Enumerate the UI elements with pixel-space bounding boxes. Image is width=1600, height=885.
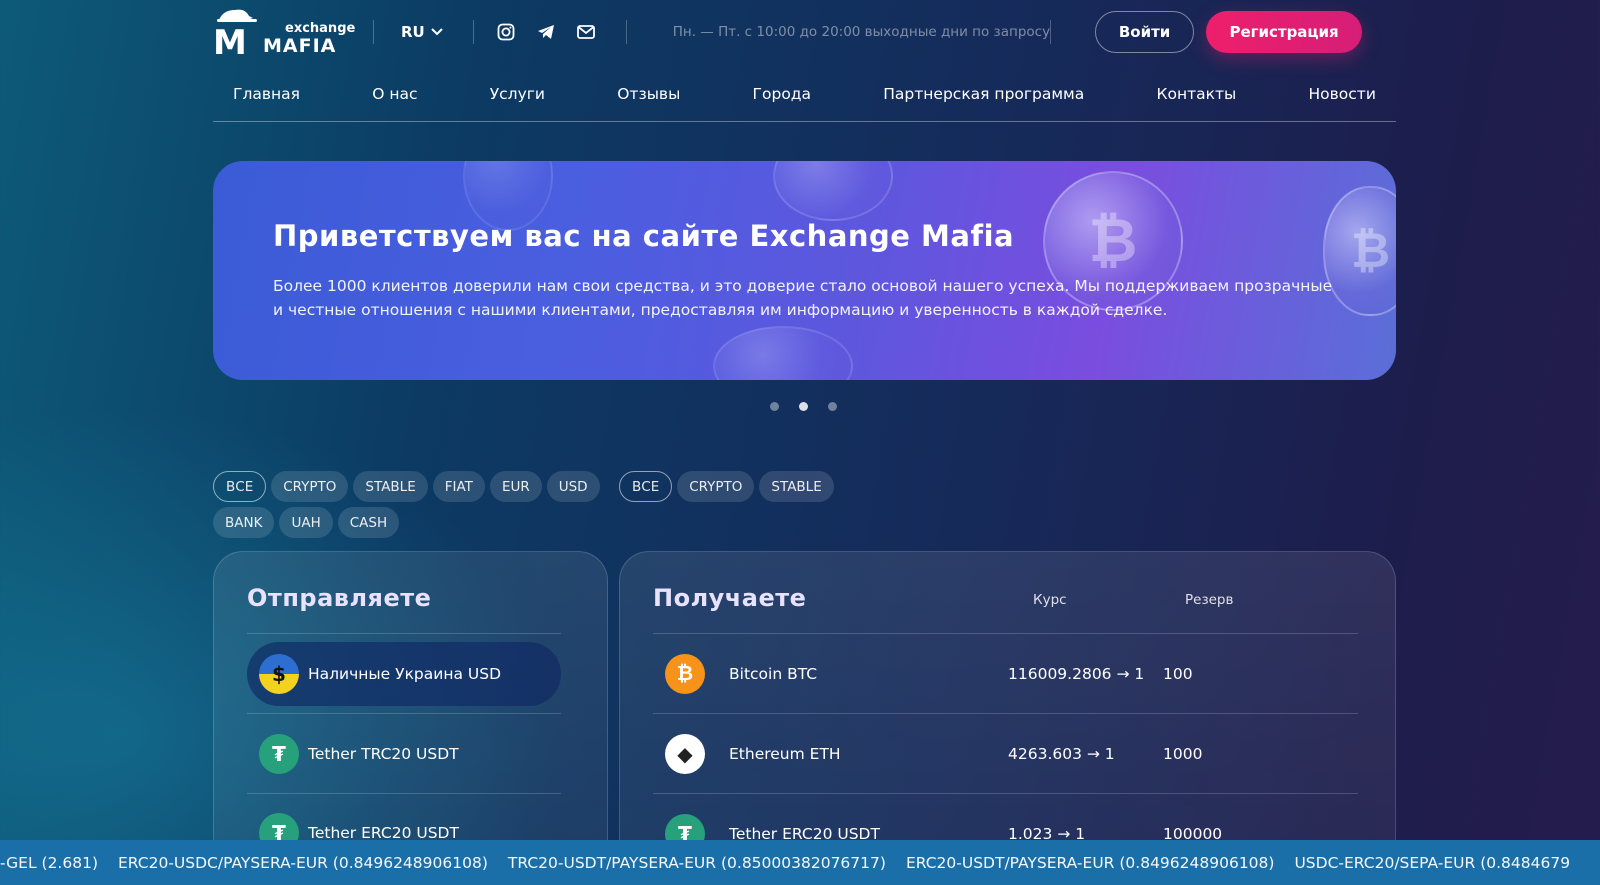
working-hours: Пн. — Пт. с 10:00 до 20:00 выходные дни …	[672, 24, 1051, 40]
banner-text: Более 1000 клиентов доверили нам свои ср…	[273, 277, 1333, 319]
carousel-dot[interactable]	[770, 402, 779, 411]
social-links	[496, 22, 596, 42]
receive-filters: ВСЕ CRYPTO STABLE	[619, 471, 834, 507]
filter-send-cash[interactable]: CASH	[337, 507, 400, 538]
filter-send-fiat[interactable]: FIAT	[432, 471, 485, 502]
ua-usd-icon: $	[259, 654, 299, 694]
send-item-label: Наличные Украина USD	[308, 665, 502, 683]
mail-icon[interactable]	[576, 22, 596, 42]
nav-cities[interactable]: Города	[753, 85, 811, 103]
receive-panel: Получаете Курс Резерв ₿ Bitcoin BTC 11600…	[619, 551, 1396, 885]
language-selector[interactable]: RU	[401, 23, 443, 41]
column-rate: Курс	[1033, 592, 1067, 608]
banner-title: Приветствуем вас на сайте Exchange Mafia	[273, 219, 1015, 253]
reserve-amount: 1000	[1163, 744, 1203, 763]
filter-send-usd[interactable]: USD	[546, 471, 600, 502]
main-nav: Главная О нас Услуги Отзывы Города Партн…	[213, 66, 1396, 122]
send-item[interactable]: ₮ Tether TRC20 USDT	[247, 722, 561, 786]
login-button[interactable]: Войти	[1095, 11, 1195, 53]
tether-icon: ₮	[259, 734, 299, 774]
hero-banner: ₿ ₿ Приветствуем вас на сайте Exchange M…	[213, 161, 1396, 380]
logo-text-top: exchange	[285, 21, 356, 36]
column-reserve: Резерв	[1185, 592, 1234, 608]
send-filters: ВСЕ CRYPTO STABLE FIAT EUR USD BANK UAH …	[213, 471, 600, 543]
header: M exchange MAFIA RU Пн. — Пт. с 10:00 до…	[213, 0, 1396, 64]
logo-text-main: MAFIA	[263, 35, 337, 57]
filter-send-bank[interactable]: BANK	[213, 507, 275, 538]
divider	[247, 793, 561, 794]
nav-home[interactable]: Главная	[233, 85, 300, 103]
filter-send-all[interactable]: ВСЕ	[213, 471, 267, 502]
nav-about[interactable]: О нас	[372, 85, 417, 103]
currency-name: Bitcoin BTC	[729, 664, 818, 683]
send-item[interactable]: $ Наличные Украина USD	[247, 642, 561, 706]
filter-send-uah[interactable]: UAH	[279, 507, 333, 538]
chevron-down-icon	[431, 28, 443, 36]
filter-send-eur[interactable]: EUR	[489, 471, 542, 502]
filter-send-crypto[interactable]: CRYPTO	[271, 471, 349, 502]
ticker-item: ERC20-USDT/PAYSERA-EUR (0.8496248906108)	[905, 853, 1275, 872]
filter-receive-stable[interactable]: STABLE	[759, 471, 834, 502]
divider	[472, 20, 474, 44]
exchange-rate: 116009.2806 → 1	[1008, 664, 1145, 683]
language-label: RU	[401, 23, 425, 41]
filter-receive-crypto[interactable]: CRYPTO	[677, 471, 755, 502]
logo[interactable]: M exchange MAFIA	[213, 4, 356, 60]
receive-row[interactable]: ◆ Ethereum ETH 4263.603 → 1 1000	[653, 714, 1358, 793]
register-button[interactable]: Регистрация	[1206, 11, 1363, 53]
send-item-label: Tether TRC20 USDT	[308, 745, 459, 763]
nav-partner[interactable]: Партнерская программа	[883, 85, 1084, 103]
ticker-item: ERC20-USDC/PAYSERA-EUR (0.8496248906108)	[118, 853, 488, 872]
divider	[625, 20, 627, 44]
currency-name: Ethereum ETH	[729, 744, 841, 763]
carousel-dot-active[interactable]	[799, 402, 808, 411]
divider	[1050, 20, 1052, 44]
svg-text:M: M	[213, 23, 247, 60]
instagram-icon[interactable]	[496, 22, 516, 42]
nav-reviews[interactable]: Отзывы	[617, 85, 680, 103]
ticker-item: TRC20-USDT/PAYSERA-EUR (0.85000382076717…	[507, 853, 886, 872]
divider	[373, 20, 374, 44]
divider	[247, 713, 561, 714]
receive-row[interactable]: ₿ Bitcoin BTC 116009.2806 → 1 100	[653, 634, 1358, 713]
nav-news[interactable]: Новости	[1309, 85, 1376, 103]
filter-send-stable[interactable]: STABLE	[353, 471, 428, 502]
bitcoin-icon: ₿	[665, 653, 705, 694]
carousel-dot[interactable]	[828, 402, 837, 411]
receive-panel-title: Получаете	[653, 584, 807, 612]
send-panel: Отправляете $ Наличные Украина USD ₮ Tet…	[213, 551, 608, 885]
carousel-dots	[770, 402, 837, 411]
coin-decoration	[773, 161, 893, 221]
send-panel-title: Отправляете	[247, 584, 432, 612]
ticker-item: -GEL (2.681)	[0, 853, 98, 872]
ethereum-icon: ◆	[665, 733, 705, 774]
nav-contacts[interactable]: Контакты	[1157, 85, 1237, 103]
rates-ticker: -GEL (2.681) ERC20-USDC/PAYSERA-EUR (0.8…	[0, 840, 1600, 885]
ticker-item: USDC-ERC20/SEPA-EUR (0.8484679	[1294, 853, 1571, 872]
coin-decoration	[713, 326, 853, 380]
filter-receive-all[interactable]: ВСЕ	[619, 471, 673, 502]
nav-services[interactable]: Услуги	[490, 85, 545, 103]
telegram-icon[interactable]	[536, 22, 556, 42]
exchange-rate: 4263.603 → 1	[1008, 744, 1115, 763]
reserve-amount: 100	[1163, 664, 1193, 683]
divider	[247, 633, 561, 634]
